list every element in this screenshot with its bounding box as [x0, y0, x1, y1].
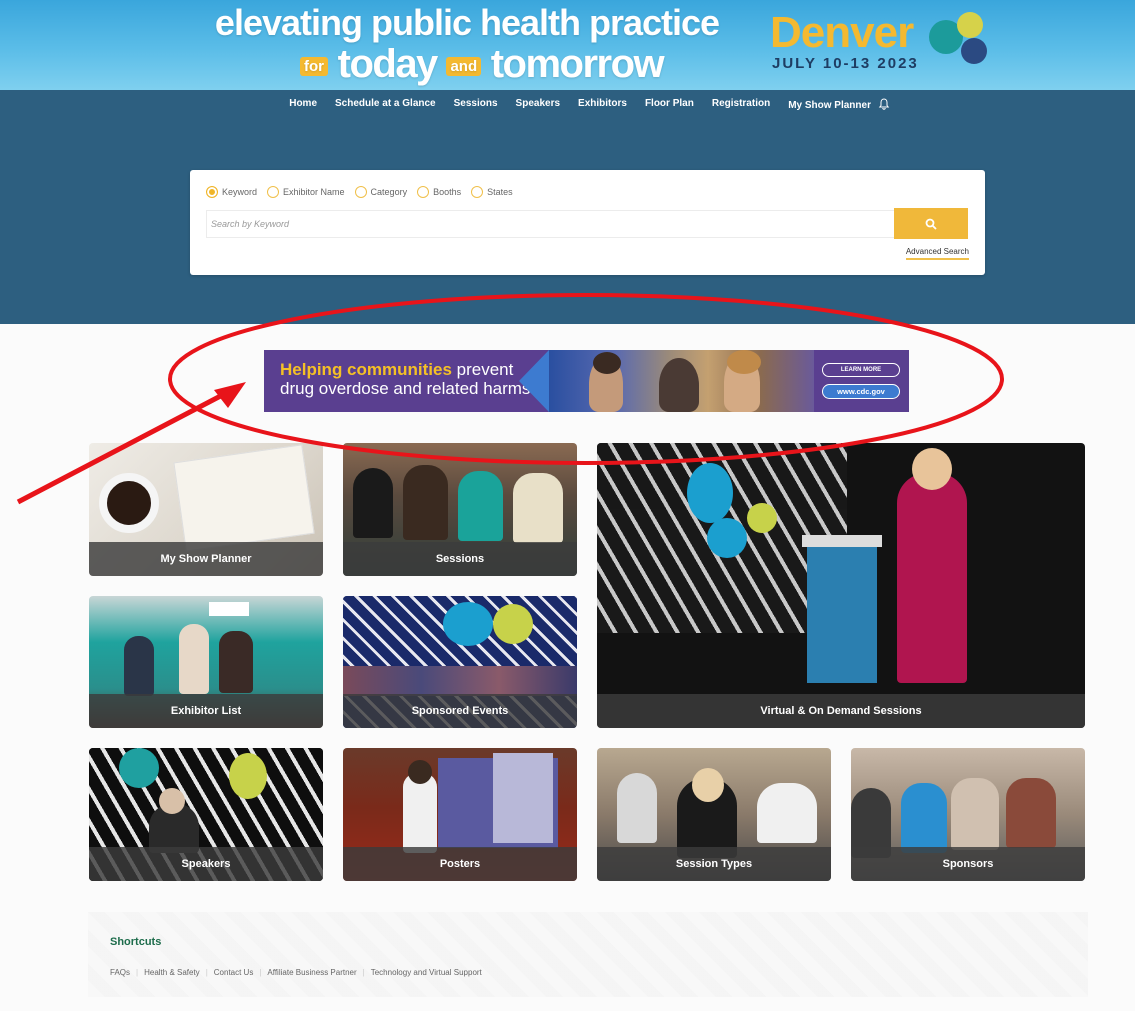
search-button[interactable] [894, 208, 968, 239]
tile-sponsored-events[interactable]: Sponsored Events [343, 596, 577, 728]
tile-label: Posters [343, 847, 577, 881]
tile-speakers[interactable]: Speakers [89, 748, 323, 881]
radio-states-label: States [487, 187, 513, 197]
tagline-line-1: elevating public health practice [214, 2, 720, 43]
radio-states-dot[interactable] [471, 186, 484, 198]
ad-headline-rest: prevent [451, 360, 514, 379]
cdc-ad-banner[interactable]: Helping communities prevent drug overdos… [264, 350, 909, 412]
search-type-options: Keyword Exhibitor Name Category Booths S… [206, 186, 513, 198]
advanced-search-link[interactable]: Advanced Search [905, 247, 969, 260]
tile-sponsors[interactable]: Sponsors [851, 748, 1085, 881]
tile-label: Speakers [89, 847, 323, 881]
radio-exhibitor-name[interactable]: Exhibitor Name [267, 186, 345, 198]
hero-section: Home Schedule at a Glance Sessions Speak… [0, 90, 1135, 324]
shortcut-technology-virtual-support[interactable]: Technology and Virtual Support [371, 968, 482, 977]
shortcut-affiliate-business-partner[interactable]: Affiliate Business Partner [267, 968, 356, 977]
ad-photo [549, 350, 814, 412]
tile-label: Sponsors [851, 847, 1085, 881]
tagline-tomorrow: tomorrow [490, 42, 665, 86]
nav-sessions[interactable]: Sessions [454, 98, 498, 111]
radio-keyword[interactable]: Keyword [206, 186, 257, 198]
tile-my-show-planner[interactable]: My Show Planner [89, 443, 323, 576]
ad-headline-line2: drug overdose and related harms [280, 379, 531, 398]
nav-home[interactable]: Home [289, 98, 317, 111]
footer-background-pattern [88, 912, 1088, 997]
tile-label: Exhibitor List [89, 694, 323, 728]
radio-states[interactable]: States [471, 186, 513, 198]
ad-chevron [519, 350, 549, 412]
tile-exhibitor-list[interactable]: Exhibitor List [89, 596, 323, 728]
radio-category[interactable]: Category [354, 186, 408, 198]
shortcut-contact-us[interactable]: Contact Us [214, 968, 254, 977]
ad-learn-more-button[interactable]: LEARN MORE [822, 363, 900, 377]
separator: | [136, 968, 139, 977]
nav-registration[interactable]: Registration [712, 98, 770, 111]
ad-url-button[interactable]: www.cdc.gov [822, 384, 900, 399]
nav-floor-plan[interactable]: Floor Plan [645, 98, 694, 111]
nav-my-show-planner-label: My Show Planner [788, 100, 871, 111]
tile-label: My Show Planner [89, 542, 323, 576]
city-name: Denver [770, 8, 914, 57]
search-panel: Keyword Exhibitor Name Category Booths S… [190, 170, 985, 275]
radio-category-label: Category [370, 187, 408, 197]
tagline-line-2: for today and tomorrow [300, 42, 700, 87]
radio-category-dot[interactable] [354, 186, 367, 198]
highlight-arrow-head [214, 382, 246, 408]
tagline-for: for [300, 56, 328, 76]
naccho-logo [925, 10, 995, 68]
tile-sessions[interactable]: Sessions [343, 443, 577, 576]
ad-headline: Helping communities prevent drug overdos… [280, 360, 530, 398]
tile-label: Session Types [597, 847, 831, 881]
tile-label: Virtual & On Demand Sessions [597, 694, 1085, 728]
bell-icon[interactable] [878, 98, 890, 110]
tile-label: Sessions [343, 542, 577, 576]
radio-exhibitor-name-dot[interactable] [267, 186, 280, 198]
shortcuts-links: FAQs | Health & Safety | Contact Us | Af… [110, 968, 482, 977]
nav-exhibitors[interactable]: Exhibitors [578, 98, 627, 111]
radio-keyword-dot[interactable] [206, 186, 218, 198]
separator: | [205, 968, 208, 977]
tile-posters[interactable]: Posters [343, 748, 577, 881]
event-dates: JULY 10-13 2023 [772, 55, 919, 72]
separator: | [259, 968, 262, 977]
shortcuts-title: Shortcuts [110, 936, 162, 948]
main-nav: Home Schedule at a Glance Sessions Speak… [0, 98, 1135, 111]
radio-booths-label: Booths [433, 187, 462, 197]
nav-schedule[interactable]: Schedule at a Glance [335, 98, 436, 111]
search-icon [925, 218, 937, 230]
separator: | [362, 968, 365, 977]
shortcut-health-safety[interactable]: Health & Safety [144, 968, 200, 977]
radio-booths[interactable]: Booths [417, 186, 461, 198]
nav-my-show-planner[interactable]: My Show Planner [788, 98, 890, 111]
radio-exhibitor-name-label: Exhibitor Name [283, 187, 345, 197]
nav-speakers[interactable]: Speakers [516, 98, 560, 111]
tile-virtual-on-demand-sessions[interactable]: Virtual & On Demand Sessions [597, 443, 1085, 728]
tile-label: Sponsored Events [343, 694, 577, 728]
tile-session-types[interactable]: Session Types [597, 748, 831, 881]
radio-booths-dot[interactable] [417, 186, 430, 198]
tagline-and: and [446, 56, 482, 76]
tagline-today: today [337, 42, 439, 86]
search-input[interactable]: Search by Keyword [206, 210, 894, 238]
radio-keyword-label: Keyword [222, 187, 258, 197]
shortcut-faqs[interactable]: FAQs [110, 968, 130, 977]
ad-headline-highlight: Helping communities [280, 360, 452, 379]
conference-banner: elevating public health practice for tod… [0, 0, 1135, 90]
tile-image [597, 443, 1085, 728]
